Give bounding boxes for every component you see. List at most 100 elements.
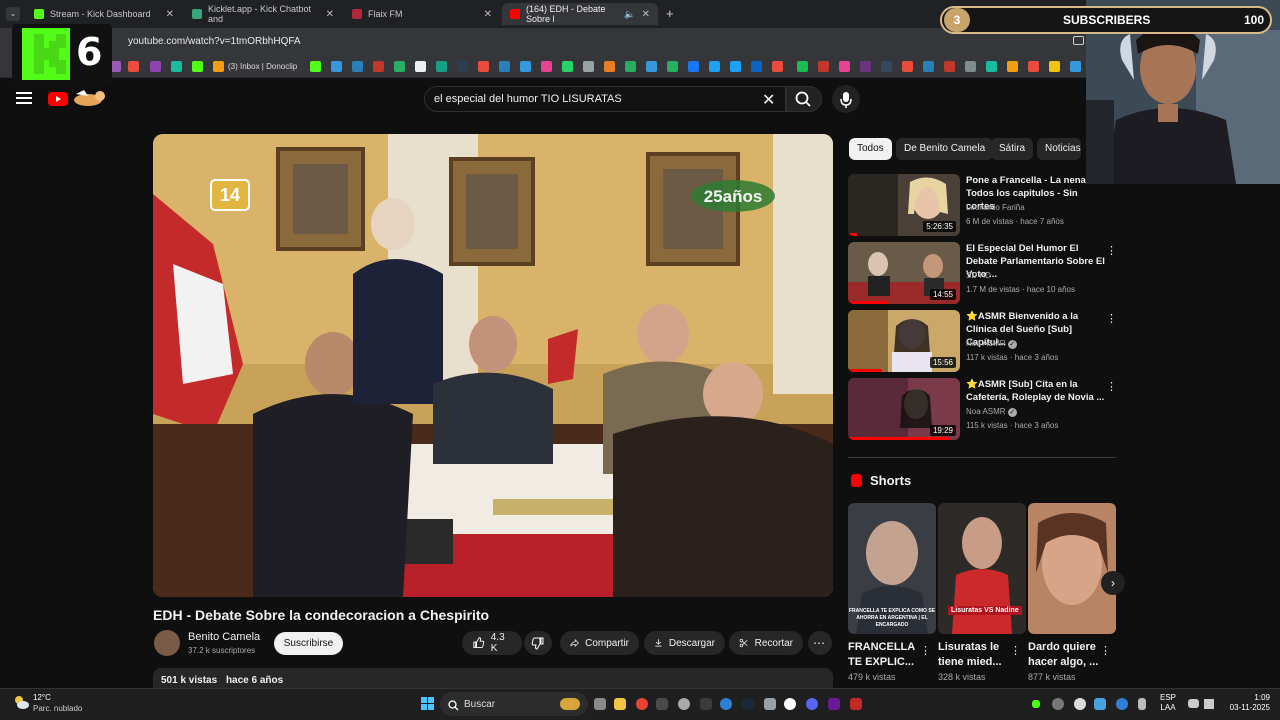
- speaker-icon[interactable]: 🔈: [624, 9, 635, 20]
- whatsapp-icon[interactable]: [562, 61, 573, 72]
- chrome-icon[interactable]: [636, 698, 648, 710]
- bookmark-icon[interactable]: [1049, 61, 1060, 72]
- video-thumbnail[interactable]: 15:56: [848, 310, 960, 372]
- more-vert-icon[interactable]: ⋮: [1010, 644, 1021, 657]
- app-icon[interactable]: [850, 698, 862, 710]
- bookmark-icon[interactable]: [772, 61, 783, 72]
- short-title[interactable]: FRANCELLA TE EXPLIC...: [848, 640, 924, 670]
- tray-icon[interactable]: [1074, 698, 1086, 710]
- linkedin-icon[interactable]: [751, 61, 762, 72]
- recommendation-channel[interactable]: Noa ASMR ✓: [966, 407, 1017, 417]
- weather-icon[interactable]: [12, 694, 30, 710]
- file-explorer-icon[interactable]: [614, 698, 626, 710]
- url-field[interactable]: youtube.com/watch?v=1tmORbhHQFA: [128, 36, 301, 47]
- recommendation-item[interactable]: 5:26:35 Pone a Francella - La nena - Tod…: [848, 174, 1118, 236]
- share-button[interactable]: Compartir: [560, 631, 639, 655]
- bookmark-icon[interactable]: [478, 61, 489, 72]
- app-icon[interactable]: [764, 698, 776, 710]
- more-vert-icon[interactable]: ⋮: [1106, 312, 1117, 325]
- clear-search-icon[interactable]: ✕: [762, 90, 775, 110]
- new-tab-button[interactable]: +: [666, 6, 674, 21]
- bookmark-icon[interactable]: [150, 61, 161, 72]
- taskbar-search-label[interactable]: Buscar: [464, 699, 495, 710]
- cast-icon[interactable]: [1073, 36, 1084, 45]
- subscribe-button[interactable]: Suscribirse: [274, 632, 343, 655]
- tray-icon[interactable]: [1116, 698, 1128, 710]
- steam-icon[interactable]: [742, 698, 754, 710]
- recommendation-item[interactable]: 19:29 ⭐ASMR [Sub] Cita en la Cafetería, …: [848, 378, 1118, 440]
- tray-icon[interactable]: [1032, 700, 1040, 708]
- short-thumbnail[interactable]: Lisuratas VS Nadine: [938, 503, 1026, 634]
- short-title[interactable]: Lisuratas le tiene mied...: [938, 640, 1014, 670]
- bookmark-icon[interactable]: [499, 61, 510, 72]
- bookmark-icon[interactable]: [352, 61, 363, 72]
- bookmark-icon[interactable]: [436, 61, 447, 72]
- video-thumbnail[interactable]: 19:29: [848, 378, 960, 440]
- donoclip-icon[interactable]: [213, 61, 224, 72]
- bookmark-icon[interactable]: [128, 61, 139, 72]
- short-title[interactable]: Dardo quiere hacer algo, ...: [1028, 640, 1104, 670]
- weather-temperature[interactable]: 12°C: [33, 693, 51, 702]
- short-thumbnail[interactable]: FRANCELLA TE EXPLICA COMO SE AHORRA EN A…: [848, 503, 936, 634]
- tab-search-icon[interactable]: ⌄: [6, 7, 20, 21]
- tray-icon[interactable]: [1052, 698, 1064, 710]
- bookmark-icon[interactable]: [457, 61, 468, 72]
- bookmark-icon[interactable]: [818, 61, 829, 72]
- search-query[interactable]: el especial del humor TIO LISURATAS: [434, 93, 622, 105]
- clip-button[interactable]: Recortar: [729, 631, 803, 655]
- bookmark-icon[interactable]: [986, 61, 997, 72]
- download-button[interactable]: Descargar: [644, 631, 725, 655]
- more-vert-icon[interactable]: ⋮: [1106, 380, 1117, 393]
- close-icon[interactable]: ✕: [166, 9, 174, 20]
- bookmark-icon[interactable]: [394, 61, 405, 72]
- bookmark-icon[interactable]: [604, 61, 615, 72]
- short-thumbnail[interactable]: [1028, 503, 1116, 634]
- video-thumbnail[interactable]: 14:55: [848, 242, 960, 304]
- tab-flaix-fm[interactable]: Flaix FM ✕: [344, 3, 500, 25]
- more-vert-icon[interactable]: ⋮: [1106, 244, 1117, 257]
- volume-icon[interactable]: [1204, 699, 1214, 709]
- recommendation-title[interactable]: ⭐ASMR [Sub] Cita en la Cafetería, Rolepl…: [966, 378, 1106, 404]
- system-clock[interactable]: 1:09 03-11-2025: [1226, 693, 1270, 713]
- app-icon[interactable]: [828, 698, 840, 710]
- tab-kick-dashboard[interactable]: Stream - Kick Dashboard ✕: [26, 3, 182, 25]
- edge-icon[interactable]: [720, 698, 732, 710]
- search-highlight-icon[interactable]: [560, 698, 580, 710]
- bookmark-icon[interactable]: [902, 61, 913, 72]
- more-actions-button[interactable]: ⋯: [808, 631, 832, 655]
- bookmark-icon[interactable]: [860, 61, 871, 72]
- channel-name[interactable]: Benito Camela: [188, 631, 260, 643]
- more-vert-icon[interactable]: ⋮: [920, 644, 931, 657]
- tab-youtube[interactable]: (164) EDH - Debate Sobre l 🔈 ✕: [502, 3, 658, 25]
- task-view-icon[interactable]: [594, 698, 606, 710]
- bookmark-icon[interactable]: [625, 61, 636, 72]
- bookmark-icon[interactable]: [310, 61, 321, 72]
- bookmark-icon[interactable]: [923, 61, 934, 72]
- discord-icon[interactable]: [806, 698, 818, 710]
- obs-icon[interactable]: [784, 698, 796, 710]
- hamburger-menu-icon[interactable]: [16, 92, 32, 104]
- shorts-next-button[interactable]: ›: [1101, 571, 1125, 595]
- bookmark-icon[interactable]: [520, 61, 531, 72]
- bookmark-icon[interactable]: [881, 61, 892, 72]
- chip-noticias[interactable]: Noticias: [1037, 138, 1081, 160]
- bookmark-icon[interactable]: [171, 61, 182, 72]
- bookmark-inbox-donoclip[interactable]: (3) Inbox | Donoclip: [228, 62, 297, 71]
- instagram-icon[interactable]: [541, 61, 552, 72]
- channel-avatar[interactable]: [154, 630, 180, 656]
- youtube-logo[interactable]: [48, 92, 68, 106]
- chip-todos[interactable]: Todos: [849, 138, 892, 160]
- voice-search-button[interactable]: [832, 85, 860, 113]
- telegram-icon[interactable]: [646, 61, 657, 72]
- video-thumbnail[interactable]: 5:26:35: [848, 174, 960, 236]
- tray-icon[interactable]: [1094, 698, 1106, 710]
- bookmark-icon[interactable]: [1070, 61, 1081, 72]
- bookmark-icon[interactable]: [839, 61, 850, 72]
- app-icon[interactable]: [678, 698, 690, 710]
- windows-start-icon[interactable]: [421, 697, 434, 710]
- recommendation-item[interactable]: 14:55 El Especial Del Humor El Debate Pa…: [848, 242, 1118, 304]
- twitter-icon[interactable]: [730, 61, 741, 72]
- spotify-icon[interactable]: [797, 61, 808, 72]
- dislike-button[interactable]: [524, 631, 552, 655]
- recommendation-channel[interactable]: Leonardo Fariña: [966, 203, 1025, 212]
